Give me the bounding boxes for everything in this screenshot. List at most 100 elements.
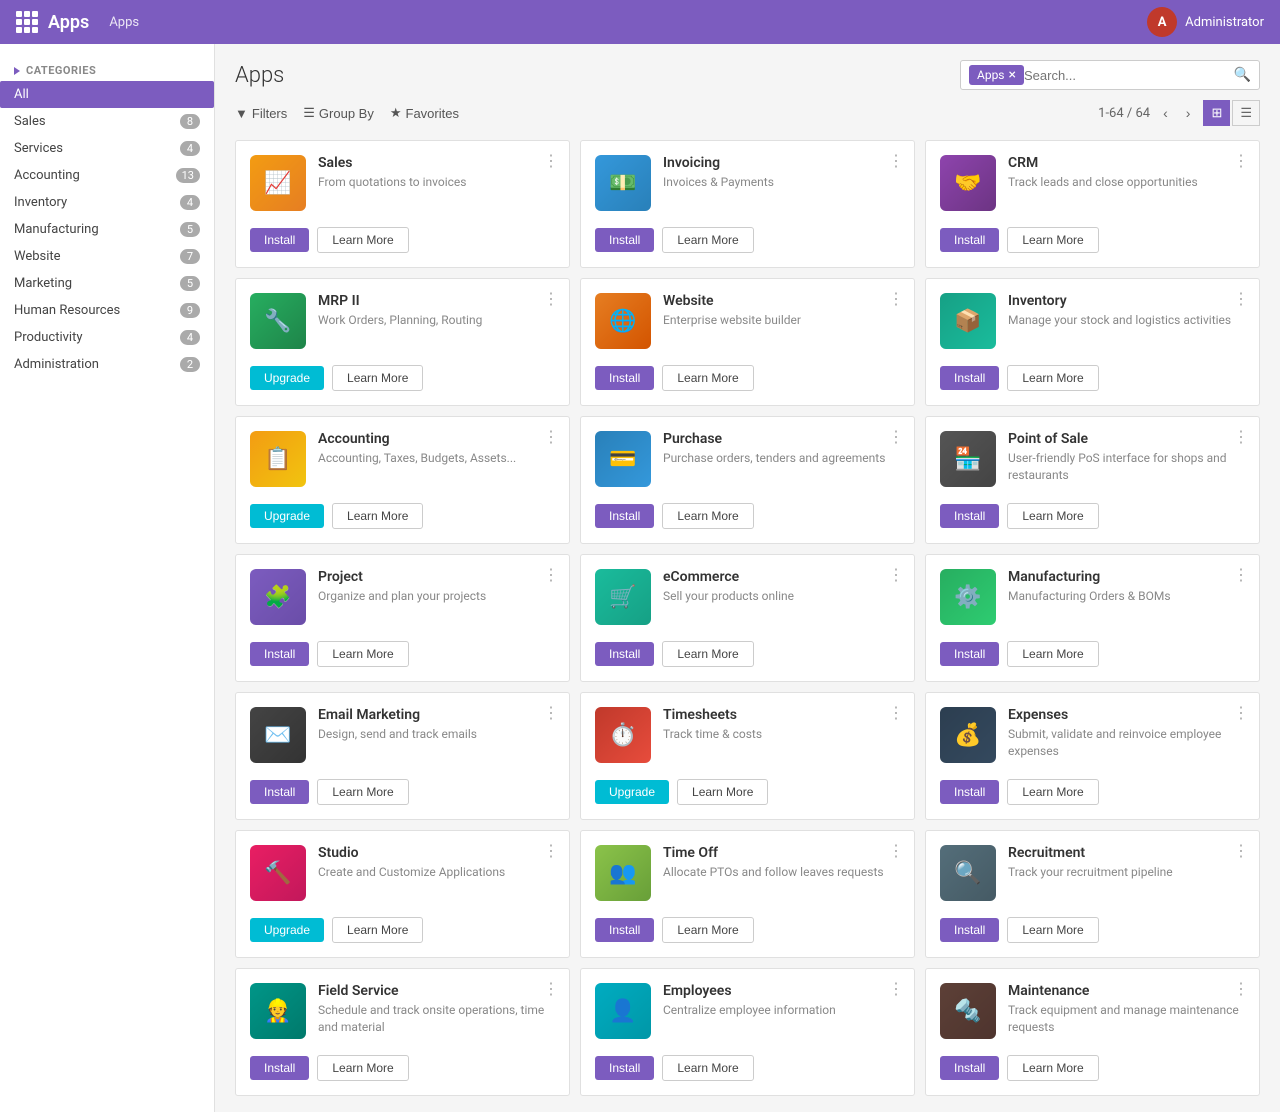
install-button[interactable]: Install (940, 642, 999, 666)
card-menu-icon[interactable]: ⋮ (543, 979, 559, 998)
card-menu-icon[interactable]: ⋮ (543, 565, 559, 584)
sidebar-item-administration[interactable]: Administration2 (0, 351, 214, 378)
card-menu-icon[interactable]: ⋮ (888, 841, 904, 860)
install-button[interactable]: Install (940, 366, 999, 390)
card-menu-icon[interactable]: ⋮ (888, 151, 904, 170)
sidebar-item-services[interactable]: Services4 (0, 135, 214, 162)
install-button[interactable]: Install (940, 1056, 999, 1080)
install-button[interactable]: Install (940, 228, 999, 252)
learn-more-button[interactable]: Learn More (317, 779, 408, 805)
app-card-header: 🏪 Point of Sale User-friendly PoS interf… (940, 431, 1245, 487)
sidebar-item-all[interactable]: All (0, 81, 214, 108)
install-button[interactable]: Install (250, 780, 309, 804)
install-button[interactable]: Install (595, 366, 654, 390)
install-button[interactable]: Install (595, 1056, 654, 1080)
learn-more-button[interactable]: Learn More (1007, 227, 1098, 253)
grid-menu-icon[interactable] (16, 11, 38, 33)
install-button[interactable]: Install (595, 504, 654, 528)
install-button[interactable]: Install (250, 642, 309, 666)
card-menu-icon[interactable]: ⋮ (543, 703, 559, 722)
install-button[interactable]: Install (940, 918, 999, 942)
card-menu-icon[interactable]: ⋮ (543, 289, 559, 308)
app-info: Expenses Submit, validate and reinvoice … (1008, 707, 1245, 763)
card-menu-icon[interactable]: ⋮ (1233, 289, 1249, 308)
learn-more-button[interactable]: Learn More (332, 917, 423, 943)
learn-more-button[interactable]: Learn More (332, 503, 423, 529)
sidebar-item-website[interactable]: Website7 (0, 243, 214, 270)
app-card-header: 💵 Invoicing Invoices & Payments (595, 155, 900, 211)
learn-more-button[interactable]: Learn More (1007, 503, 1098, 529)
card-menu-icon[interactable]: ⋮ (543, 841, 559, 860)
next-page-button[interactable]: › (1181, 103, 1196, 123)
card-menu-icon[interactable]: ⋮ (1233, 703, 1249, 722)
learn-more-button[interactable]: Learn More (662, 365, 753, 391)
app-card-header: 📦 Inventory Manage your stock and logist… (940, 293, 1245, 349)
card-menu-icon[interactable]: ⋮ (543, 151, 559, 170)
learn-more-button[interactable]: Learn More (1007, 917, 1098, 943)
search-input[interactable] (1024, 68, 1234, 83)
card-menu-icon[interactable]: ⋮ (888, 427, 904, 446)
learn-more-button[interactable]: Learn More (662, 503, 753, 529)
upgrade-button[interactable]: Upgrade (595, 780, 669, 804)
learn-more-button[interactable]: Learn More (317, 1055, 408, 1081)
learn-more-button[interactable]: Learn More (677, 779, 768, 805)
install-button[interactable]: Install (250, 228, 309, 252)
groupby-button[interactable]: ☰ Group By (303, 105, 374, 121)
toolbar-right: 1-64 / 64 ‹ › ⊞ ☰ (1098, 100, 1260, 126)
card-menu-icon[interactable]: ⋮ (1233, 427, 1249, 446)
card-menu-icon[interactable]: ⋮ (888, 289, 904, 308)
sidebar-item-count: 2 (180, 357, 200, 372)
app-actions: Install Learn More (250, 221, 555, 253)
learn-more-button[interactable]: Learn More (662, 1055, 753, 1081)
learn-more-button[interactable]: Learn More (1007, 1055, 1098, 1081)
search-icon[interactable]: 🔍 (1234, 67, 1251, 83)
grid-view-button[interactable]: ⊞ (1203, 100, 1230, 126)
favorites-button[interactable]: ★ Favorites (390, 105, 459, 121)
learn-more-button[interactable]: Learn More (662, 917, 753, 943)
install-button[interactable]: Install (940, 780, 999, 804)
avatar[interactable]: A (1147, 7, 1177, 37)
app-card: ⋮ 🌐 Website Enterprise website builder I… (580, 278, 915, 406)
install-button[interactable]: Install (595, 918, 654, 942)
list-view-button[interactable]: ☰ (1232, 100, 1260, 126)
card-menu-icon[interactable]: ⋮ (888, 565, 904, 584)
learn-more-button[interactable]: Learn More (662, 641, 753, 667)
sidebar-item-label: Human Resources (14, 303, 120, 318)
prev-page-button[interactable]: ‹ (1158, 103, 1173, 123)
sidebar-item-sales[interactable]: Sales8 (0, 108, 214, 135)
card-menu-icon[interactable]: ⋮ (543, 427, 559, 446)
sidebar-item-manufacturing[interactable]: Manufacturing5 (0, 216, 214, 243)
learn-more-button[interactable]: Learn More (1007, 365, 1098, 391)
topbar-breadcrumb[interactable]: Apps (109, 15, 139, 30)
filters-button[interactable]: ▼ Filters (235, 105, 287, 121)
learn-more-button[interactable]: Learn More (662, 227, 753, 253)
app-name: Recruitment (1008, 845, 1245, 861)
app-info: Maintenance Track equipment and manage m… (1008, 983, 1245, 1039)
card-menu-icon[interactable]: ⋮ (888, 703, 904, 722)
search-tag[interactable]: Apps × (969, 65, 1024, 85)
learn-more-button[interactable]: Learn More (1007, 641, 1098, 667)
upgrade-button[interactable]: Upgrade (250, 504, 324, 528)
card-menu-icon[interactable]: ⋮ (888, 979, 904, 998)
card-menu-icon[interactable]: ⋮ (1233, 565, 1249, 584)
sidebar-item-marketing[interactable]: Marketing5 (0, 270, 214, 297)
install-button[interactable]: Install (940, 504, 999, 528)
card-menu-icon[interactable]: ⋮ (1233, 979, 1249, 998)
sidebar-item-human-resources[interactable]: Human Resources9 (0, 297, 214, 324)
upgrade-button[interactable]: Upgrade (250, 918, 324, 942)
learn-more-button[interactable]: Learn More (332, 365, 423, 391)
install-button[interactable]: Install (250, 1056, 309, 1080)
username-label[interactable]: Administrator (1185, 15, 1264, 30)
sidebar-item-productivity[interactable]: Productivity4 (0, 324, 214, 351)
sidebar-item-inventory[interactable]: Inventory4 (0, 189, 214, 216)
learn-more-button[interactable]: Learn More (1007, 779, 1098, 805)
search-tag-close[interactable]: × (1009, 68, 1016, 82)
card-menu-icon[interactable]: ⋮ (1233, 841, 1249, 860)
card-menu-icon[interactable]: ⋮ (1233, 151, 1249, 170)
learn-more-button[interactable]: Learn More (317, 227, 408, 253)
learn-more-button[interactable]: Learn More (317, 641, 408, 667)
install-button[interactable]: Install (595, 642, 654, 666)
install-button[interactable]: Install (595, 228, 654, 252)
sidebar-item-accounting[interactable]: Accounting13 (0, 162, 214, 189)
upgrade-button[interactable]: Upgrade (250, 366, 324, 390)
